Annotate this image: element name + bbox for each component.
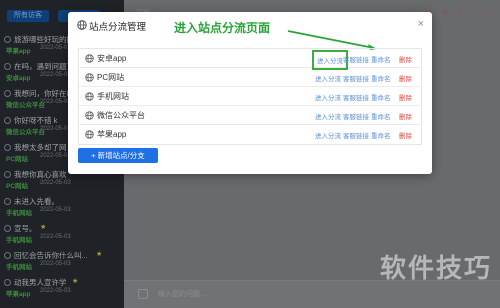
avatar [4,144,11,151]
chat-list-item[interactable]: 宣号。 ★ 手机网站 2022-05-03 [4,223,122,249]
site-row: 手机网站 进入分流 客服链接 重命名 删除 [79,87,421,106]
chat-source: 手机网站 [6,264,32,271]
chat-source: PC网站 [6,156,29,163]
chat-source: PC网站 [6,183,29,190]
chat-date: 2022-05-03 [40,72,71,78]
site-name: 微信公众平台 [97,111,145,120]
chat-date: 2022-05-03 [40,45,71,51]
enter-routing-link[interactable]: 进入分流 [315,92,341,102]
chat-source: 苹果app [6,291,31,298]
site-name: 苹果app [97,130,127,139]
chat-list-item[interactable]: 回忆会告诉你什么叫... ★ 手机网站 2022-05-03 [4,250,122,276]
chat-source: 安卓app [6,75,31,82]
site-row: PC网站 进入分流 客服链接 重命名 删除 [79,68,421,87]
chat-preview: 未进入先看。 [14,197,59,206]
add-site-button[interactable]: + 新增站点/分支 [78,148,158,163]
avatar [4,279,11,286]
chat-source: 手机网站 [6,237,32,244]
annotation-label: 进入站点分流页面 [174,21,271,35]
watermark: 软件技巧 [379,253,492,283]
avatar [4,252,11,259]
globe-icon [85,73,94,82]
chat-list-item[interactable]: 未进入先看。手机网站 2022-05-03 [4,196,122,222]
rename-link[interactable]: 重命名 [371,73,391,83]
delete-link[interactable]: 删除 [399,130,412,140]
enter-routing-link[interactable]: 进入分流 [315,111,341,121]
close-icon[interactable]: × [418,19,424,30]
service-link-link[interactable]: 客服链接 [343,130,369,140]
avatar [4,63,11,70]
rename-link[interactable]: 重命名 [371,54,391,64]
rename-link[interactable]: 重命名 [371,92,391,102]
emoji-icon[interactable] [138,289,148,299]
chat-date: 2022-05-03 [40,207,71,213]
modal-header: 站点分流管理 进入站点分流页面 × [68,12,432,50]
star-icon: ★ [96,251,103,258]
enter-routing-link[interactable]: 进入分流 [315,130,341,140]
delete-link[interactable]: 删除 [399,73,412,83]
avatar [4,36,11,43]
enter-routing-link[interactable]: 进入分流 [315,73,341,83]
chat-date: 2022-05-03 [40,288,71,294]
rename-link[interactable]: 重命名 [371,111,391,121]
globe-icon [85,130,94,139]
chat-input[interactable]: 输入您的问题 ... [158,289,358,301]
all-visitors-tab[interactable]: 所有访客 [7,10,49,22]
chat-date: 2022-05-03 [40,261,71,267]
star-icon: ★ [72,278,79,285]
avatar [4,225,11,232]
chat-source: 手机网站 [6,210,32,217]
chat-date: 2022-05-03 [40,234,71,240]
avatar [4,171,11,178]
chat-preview: 动我男人宣许学 [14,278,67,287]
site-row: 微信公众平台 进入分流 客服链接 重命名 删除 [79,106,421,125]
site-row: 苹果app 进入分流 客服链接 重命名 删除 [79,125,421,144]
rename-link[interactable]: 重命名 [371,130,391,140]
avatar [4,198,11,205]
service-link-link[interactable]: 客服链接 [343,92,369,102]
globe-icon [85,92,94,101]
chat-date: 2022-05-03 [40,180,71,186]
chat-date: 2022-05-03 [40,99,71,105]
site-name: 安卓app [97,54,127,63]
globe-icon [77,20,87,30]
chat-source: 苹果app [6,48,31,55]
site-list: 安卓app 进入分流 客服链接 重命名 删除 PC网站 进入分流 客服链接 重命名 删除 手机网站进… [78,48,422,145]
globe-icon [85,54,94,63]
service-link-link[interactable]: 客服链接 [343,73,369,83]
delete-link[interactable]: 删除 [399,92,412,102]
service-link-link[interactable]: 客服链接 [343,54,369,64]
site-name: 手机网站 [97,92,129,101]
chat-preview: 宣号。 [14,224,37,233]
delete-link[interactable]: 删除 [399,54,412,64]
site-routing-modal: 站点分流管理 进入站点分流页面 × 安卓app 进入分流 客服链接 重命名 删除 PC网站… [68,12,432,174]
globe-icon [85,111,94,120]
avatar [4,117,11,124]
delete-link[interactable]: 删除 [399,111,412,121]
chat-list-item[interactable]: 动我男人宣许学 ★ 苹果app 2022-05-03 [4,277,122,303]
avatar [4,90,11,97]
site-name: PC网站 [97,73,125,82]
chat-date: 2022-05-03 [40,126,71,132]
site-row: 安卓app 进入分流 客服链接 重命名 删除 [79,49,421,70]
chat-date: 2022-05-03 [40,153,71,159]
service-link-link[interactable]: 客服链接 [343,111,369,121]
star-icon: ★ [40,224,47,231]
modal-title: 站点分流管理 [89,22,147,33]
